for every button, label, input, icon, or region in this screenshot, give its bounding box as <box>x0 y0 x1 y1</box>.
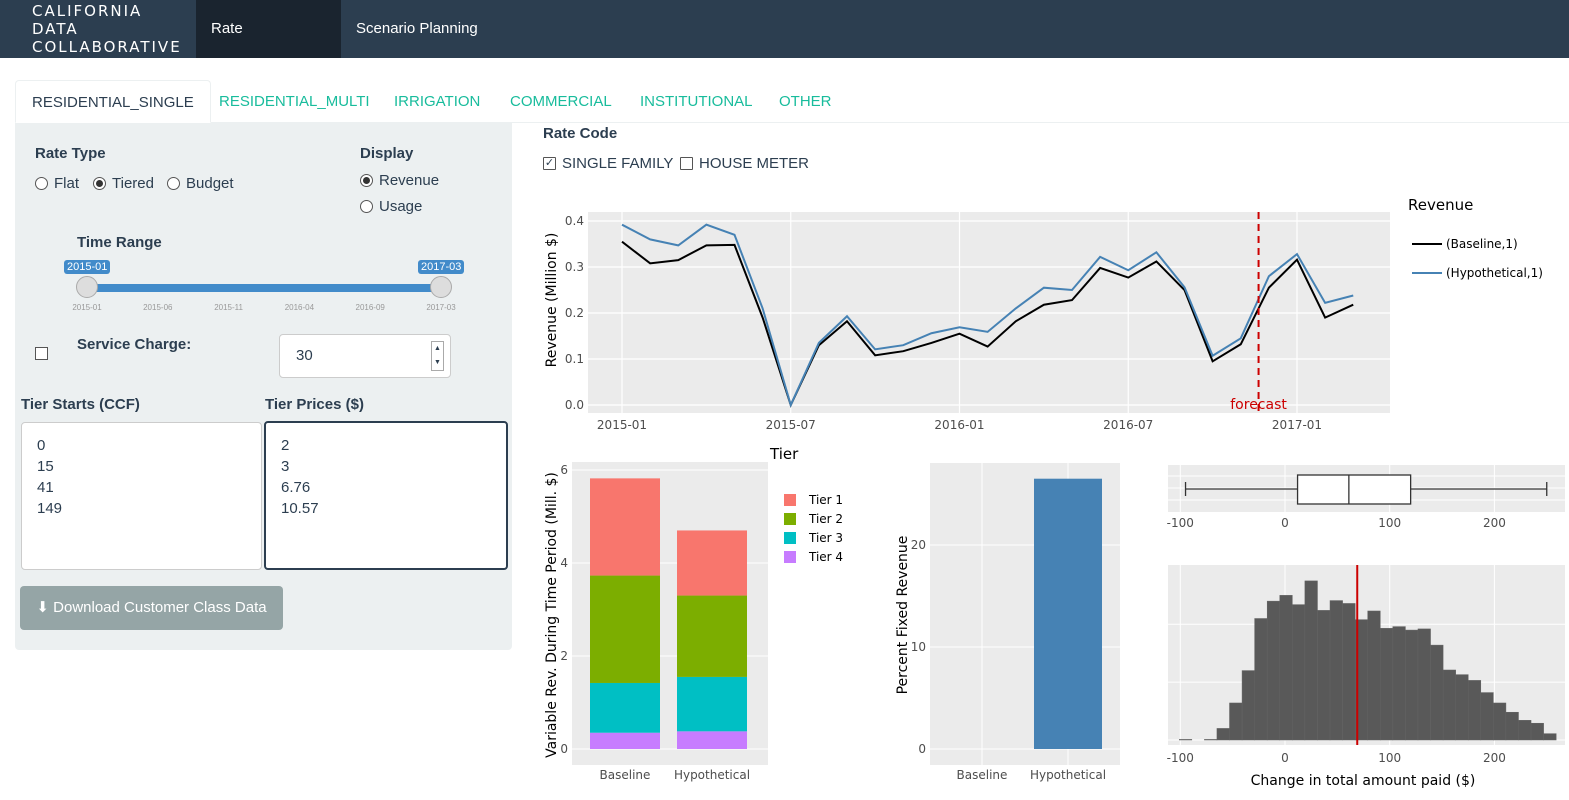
legend-label: (Baseline,1) <box>1446 237 1518 251</box>
x-tick-label: 2016-07 <box>1103 418 1153 432</box>
x-tick-label: 0 <box>1281 751 1289 765</box>
histogram-bar <box>1229 702 1243 741</box>
histogram-bar <box>1518 720 1532 741</box>
histogram-bar <box>1543 733 1557 741</box>
y-tick-label: 0 <box>918 742 926 756</box>
histogram-bar <box>1241 670 1255 741</box>
bar-segment <box>590 575 660 683</box>
histogram-bar <box>1430 644 1444 741</box>
legend-key <box>784 513 796 525</box>
bar-segment <box>677 595 747 677</box>
y-tick-label: 0.0 <box>565 398 584 412</box>
y-tick-label: 0.2 <box>565 306 584 320</box>
legend-label: Tier 1 <box>808 493 843 507</box>
x-tick-label: 100 <box>1378 516 1401 530</box>
histogram-bar <box>1254 618 1268 741</box>
x-tick-label: Hypothetical <box>674 768 750 782</box>
x-tick-label: 2015-01 <box>597 418 647 432</box>
histogram-bar <box>1179 739 1193 741</box>
x-tick-label: 100 <box>1378 751 1401 765</box>
legend-title: Tier <box>769 445 799 463</box>
legend-key <box>784 532 796 544</box>
y-tick-label: 0 <box>560 742 568 756</box>
histogram-bar <box>1530 722 1544 741</box>
legend-label: Tier 2 <box>808 512 843 526</box>
x-tick-label: 200 <box>1483 516 1506 530</box>
histogram-bar <box>1442 669 1456 741</box>
histogram-bar <box>1480 692 1494 741</box>
x-axis-title: Change in total amount paid ($) <box>1251 773 1476 789</box>
x-tick-label: Baseline <box>600 768 651 782</box>
histogram-bar <box>1505 711 1519 741</box>
x-tick-label: -100 <box>1167 751 1194 765</box>
histogram-bar <box>1329 600 1343 741</box>
forecast-label: forecast <box>1230 397 1287 413</box>
x-tick-label: Baseline <box>957 768 1008 782</box>
histogram-bar <box>1317 610 1331 741</box>
histogram-bar <box>1342 603 1356 741</box>
charts: 0.0 0.1 0.2 0.3 0.4 2015-01 2015-07 2016-01 2016… <box>544 196 1565 789</box>
y-tick-label: 0.1 <box>565 352 584 366</box>
legend-label: Tier 4 <box>808 550 843 564</box>
histogram-bar <box>1455 674 1469 741</box>
box <box>1296 474 1412 505</box>
bar-segment <box>590 682 660 733</box>
histogram-bar <box>1405 629 1419 741</box>
x-tick-label: 2017-01 <box>1272 418 1322 432</box>
histogram-bar <box>1392 626 1406 741</box>
legend-key <box>784 494 796 506</box>
histogram-bar <box>1266 600 1281 741</box>
histogram-bar <box>1493 702 1507 741</box>
histogram-bar <box>1204 739 1218 741</box>
y-axis-title: Variable Rev. During Time Period (Mill. … <box>544 472 560 758</box>
bar-segment <box>677 676 747 732</box>
histogram-bar <box>1304 580 1318 741</box>
histogram-bar <box>1467 680 1482 741</box>
legend-key <box>784 551 796 563</box>
histogram-bar <box>1292 604 1306 741</box>
x-tick-label: 2016-01 <box>934 418 984 432</box>
y-tick-label: 2 <box>560 649 568 663</box>
legend-title: Revenue <box>1408 196 1473 214</box>
bar-segment <box>590 478 660 576</box>
x-tick-label: 200 <box>1483 751 1506 765</box>
y-axis-title: Revenue (Million $) <box>544 233 560 368</box>
x-tick-label: Hypothetical <box>1030 768 1106 782</box>
y-tick-label: 20 <box>911 538 926 552</box>
x-tick-label: 0 <box>1281 516 1289 530</box>
y-tick-label: 10 <box>911 640 926 654</box>
y-tick-label: 0.4 <box>565 214 584 228</box>
histogram-bar <box>1367 610 1381 741</box>
bar-segment <box>677 731 747 749</box>
y-tick-label: 0.3 <box>565 260 584 274</box>
x-tick-label: 2015-07 <box>766 418 816 432</box>
y-axis-title: Percent Fixed Revenue <box>895 536 911 695</box>
bar-segment <box>590 732 660 749</box>
histogram-bar <box>1380 628 1394 741</box>
y-tick-label: 4 <box>560 556 568 570</box>
bar <box>1034 478 1102 749</box>
histogram-bar <box>1279 595 1293 741</box>
legend-label: Tier 3 <box>808 531 843 545</box>
histogram-bar <box>1216 728 1230 741</box>
y-tick-label: 6 <box>560 463 568 477</box>
histogram-bar <box>1417 628 1431 741</box>
legend-label: (Hypothetical,1) <box>1446 266 1543 280</box>
bar-segment <box>677 530 747 596</box>
x-tick-label: -100 <box>1167 516 1194 530</box>
